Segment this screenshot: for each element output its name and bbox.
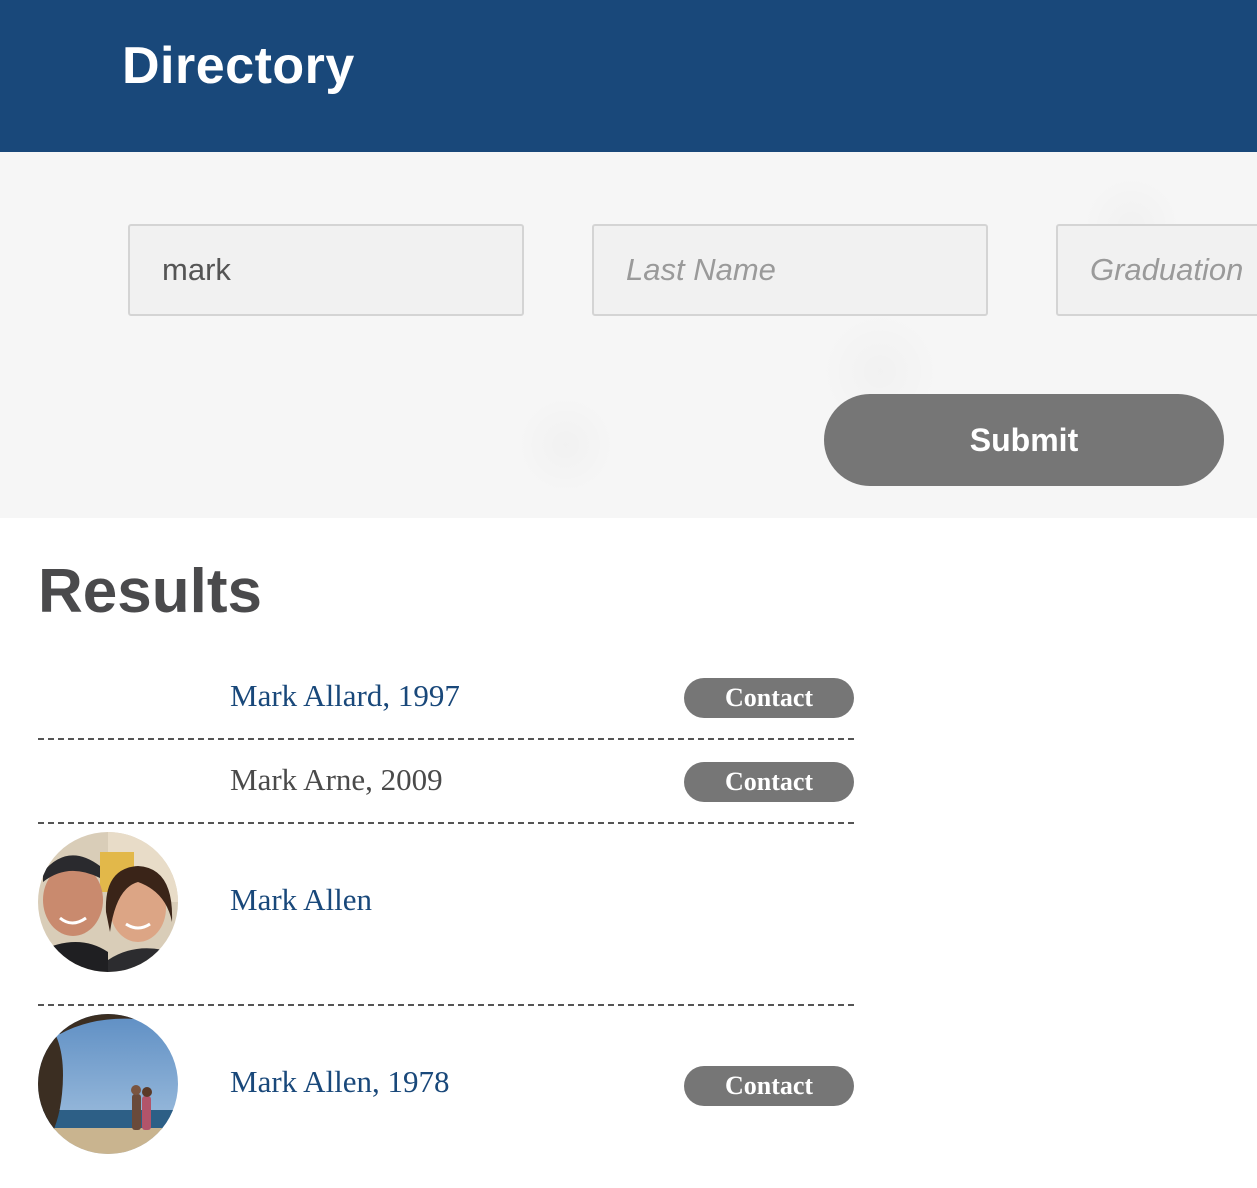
result-name-link[interactable]: Mark Allard, 1997 [230,678,460,714]
result-name: Mark Arne, 2009 [230,762,443,797]
beach-couple-photo-icon [38,1014,178,1154]
couple-selfie-photo-icon [38,832,178,972]
results-list: Mark Allard, 1997 Contact Mark Arne, 200… [38,656,854,1188]
avatar[interactable] [38,832,178,972]
site-header: Directory [0,0,1257,152]
list-item: Mark Arne, 2009 Contact [38,740,854,824]
search-form: Submit [0,152,1257,518]
contact-button[interactable]: Contact [684,678,854,718]
contact-button[interactable]: Contact [684,1066,854,1106]
page-title: Directory [122,37,355,95]
list-item: Mark Allen [38,824,854,1006]
result-name-link[interactable]: Mark Allen, 1978 [230,1064,450,1100]
contact-button[interactable]: Contact [684,762,854,802]
results-heading: Results [38,557,262,626]
graduation-input[interactable] [1056,224,1257,316]
result-name-link[interactable]: Mark Allen [230,882,372,918]
submit-button[interactable]: Submit [824,394,1224,486]
last-name-input[interactable] [592,224,988,316]
list-item: Mark Allen, 1978 Contact [38,1006,854,1188]
list-item: Mark Allard, 1997 Contact [38,656,854,740]
avatar[interactable] [38,1014,178,1154]
first-name-input[interactable] [128,224,524,316]
